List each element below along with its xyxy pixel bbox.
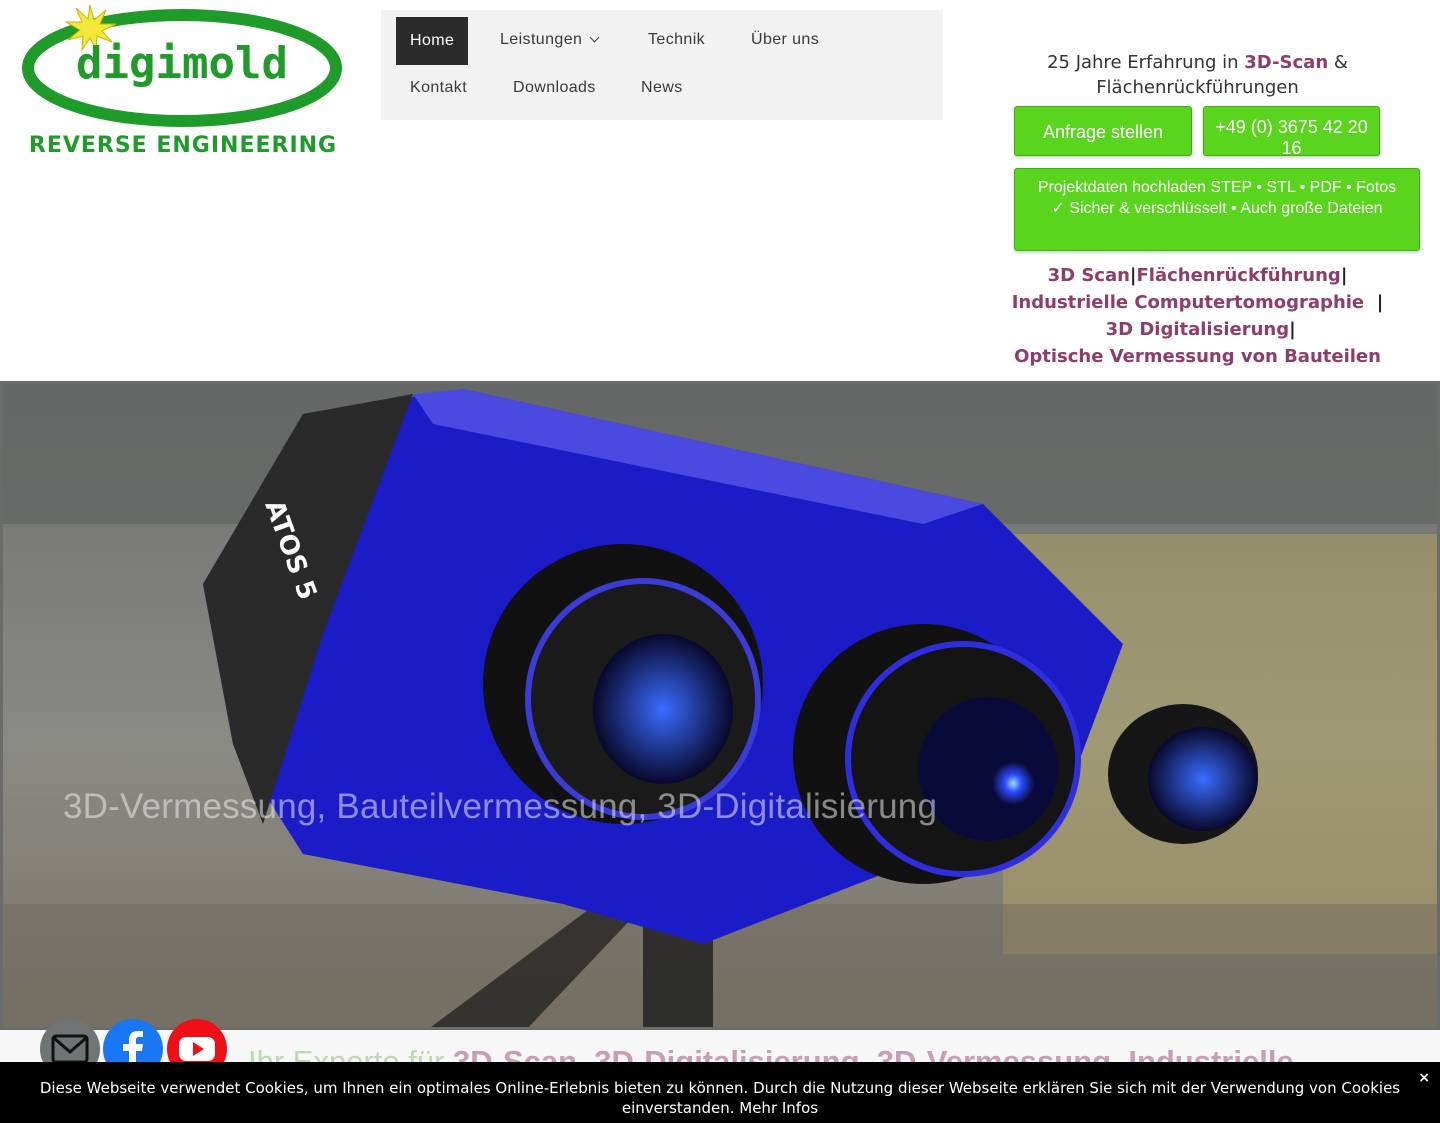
nav-leistungen[interactable]: Leistungen <box>486 16 612 64</box>
cookie-more-info-link[interactable]: Mehr Infos <box>739 1099 818 1117</box>
nav-kontakt[interactable]: Kontakt <box>396 64 481 112</box>
phone-button[interactable]: +49 (0) 3675 42 20 16 <box>1203 106 1380 158</box>
service-links: 3D Scan|Flächenrückführung| Industrielle… <box>1011 265 1384 367</box>
main-navigation: Home Leistungen Technik Über uns Kontakt… <box>381 10 943 120</box>
experience-tagline: 25 Jahre Erfahrung in 3D-Scan & Flächenr… <box>1047 52 1348 98</box>
hero-banner: ATOS 5 3D-Vermessung, Bauteilvermessung,… <box>0 381 1440 1030</box>
logo-tagline: REVERSE ENGINEERING <box>29 133 337 158</box>
nav-news[interactable]: News <box>627 64 697 112</box>
close-icon[interactable]: × <box>1418 1068 1430 1088</box>
nav-downloads[interactable]: Downloads <box>499 64 610 112</box>
logo[interactable]: digimold REVERSE ENGINEERING <box>20 0 350 160</box>
chevron-down-icon <box>589 32 600 43</box>
anfrage-button[interactable]: Anfrage stellen <box>1014 106 1192 156</box>
cookie-text: Diese Webseite verwendet Cookies, um Ihn… <box>39 1079 1401 1117</box>
cookie-banner: Diese Webseite verwendet Cookies, um Ihn… <box>0 1062 1440 1123</box>
link-3d-scan[interactable]: 3D Scan <box>1048 265 1130 286</box>
nav-technik[interactable]: Technik <box>634 16 719 64</box>
page: digimold REVERSE ENGINEERING Home Leistu… <box>0 0 1440 1123</box>
link-3d-digitalisierung[interactable]: 3D Digitalisierung <box>1106 319 1289 340</box>
link-computertomographie[interactable]: Industrielle Computertomographie <box>1012 292 1364 313</box>
nav-home[interactable]: Home <box>396 17 469 65</box>
logo-wordmark: digimold <box>76 38 288 89</box>
nav-ueber-uns[interactable]: Über uns <box>737 16 833 64</box>
upload-project-button[interactable]: Projektdaten hochladen STEP • STL • PDF … <box>1014 168 1420 251</box>
experience-link[interactable]: 3D-Scan <box>1244 52 1328 73</box>
link-optische-vermessung[interactable]: Optische Vermessung von Bauteilen <box>1014 346 1381 367</box>
hero-title: 3D-Vermessung, Bauteilvermessung, 3D-Dig… <box>63 787 938 826</box>
scanner-photo: ATOS 5 <box>3 384 1437 1027</box>
link-flaechenrueckfuehrung[interactable]: Flächenrückführung <box>1137 265 1341 286</box>
